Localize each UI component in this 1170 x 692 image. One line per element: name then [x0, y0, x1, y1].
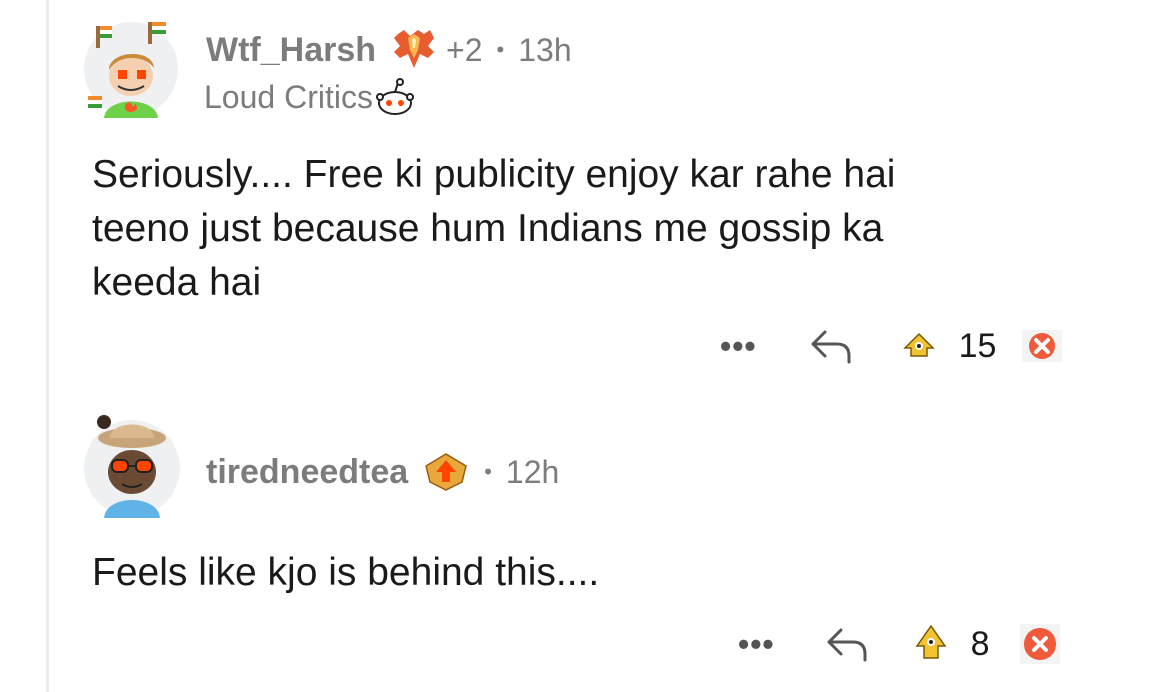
reply-arrow-icon[interactable]: [809, 326, 855, 366]
comment-header: Wtf_Harsh +2 • 13h: [206, 28, 572, 72]
upvote-award-icon[interactable]: [913, 622, 949, 666]
comment-2: tiredneedtea • 12h Feels like kjo is beh…: [0, 400, 1170, 692]
vote-score: 15: [958, 326, 997, 365]
avatar[interactable]: [82, 408, 182, 518]
comment-body: Seriously.... Free ki publicity enjoy ka…: [92, 148, 1092, 310]
comment-line: keeda hai: [92, 261, 262, 304]
comment-line: teeno just because hum Indians me gossip…: [92, 207, 884, 250]
comment-line: Seriously.... Free ki publicity enjoy ka…: [92, 153, 896, 196]
more-options-button[interactable]: •••: [738, 626, 775, 663]
upvote-award-icon[interactable]: [901, 328, 937, 364]
avatar[interactable]: [82, 20, 180, 118]
flair-text: Loud Critics: [204, 78, 373, 115]
downvote-x-icon[interactable]: [1018, 622, 1062, 666]
separator-dot: •: [496, 37, 505, 62]
comment-actions: ••• 8: [738, 622, 1062, 666]
upvote-badge-icon[interactable]: [422, 452, 470, 492]
award-count[interactable]: +2: [446, 32, 482, 69]
comment-body: Feels like kjo is behind this....: [92, 546, 1092, 600]
timestamp: 12h: [505, 453, 560, 490]
user-flair: Loud Critics: [204, 77, 415, 117]
vote-score: 8: [970, 624, 990, 663]
username[interactable]: tiredneedtea: [206, 453, 408, 492]
comment-1: Wtf_Harsh +2 • 13h Loud Critics Seriousl…: [0, 0, 1170, 400]
comment-header: tiredneedtea • 12h: [206, 452, 559, 492]
gem-award-icon[interactable]: [390, 28, 438, 72]
comment-line: Feels like kjo is behind this....: [92, 551, 600, 594]
downvote-x-icon[interactable]: [1020, 328, 1064, 364]
reply-arrow-icon[interactable]: [825, 624, 871, 664]
timestamp: 13h: [518, 31, 572, 68]
username[interactable]: Wtf_Harsh: [206, 31, 376, 70]
comment-actions: ••• 15: [720, 326, 1064, 366]
snoo-flair-icon: [375, 77, 415, 117]
more-options-button[interactable]: •••: [720, 328, 757, 365]
separator-dot: •: [484, 459, 492, 484]
